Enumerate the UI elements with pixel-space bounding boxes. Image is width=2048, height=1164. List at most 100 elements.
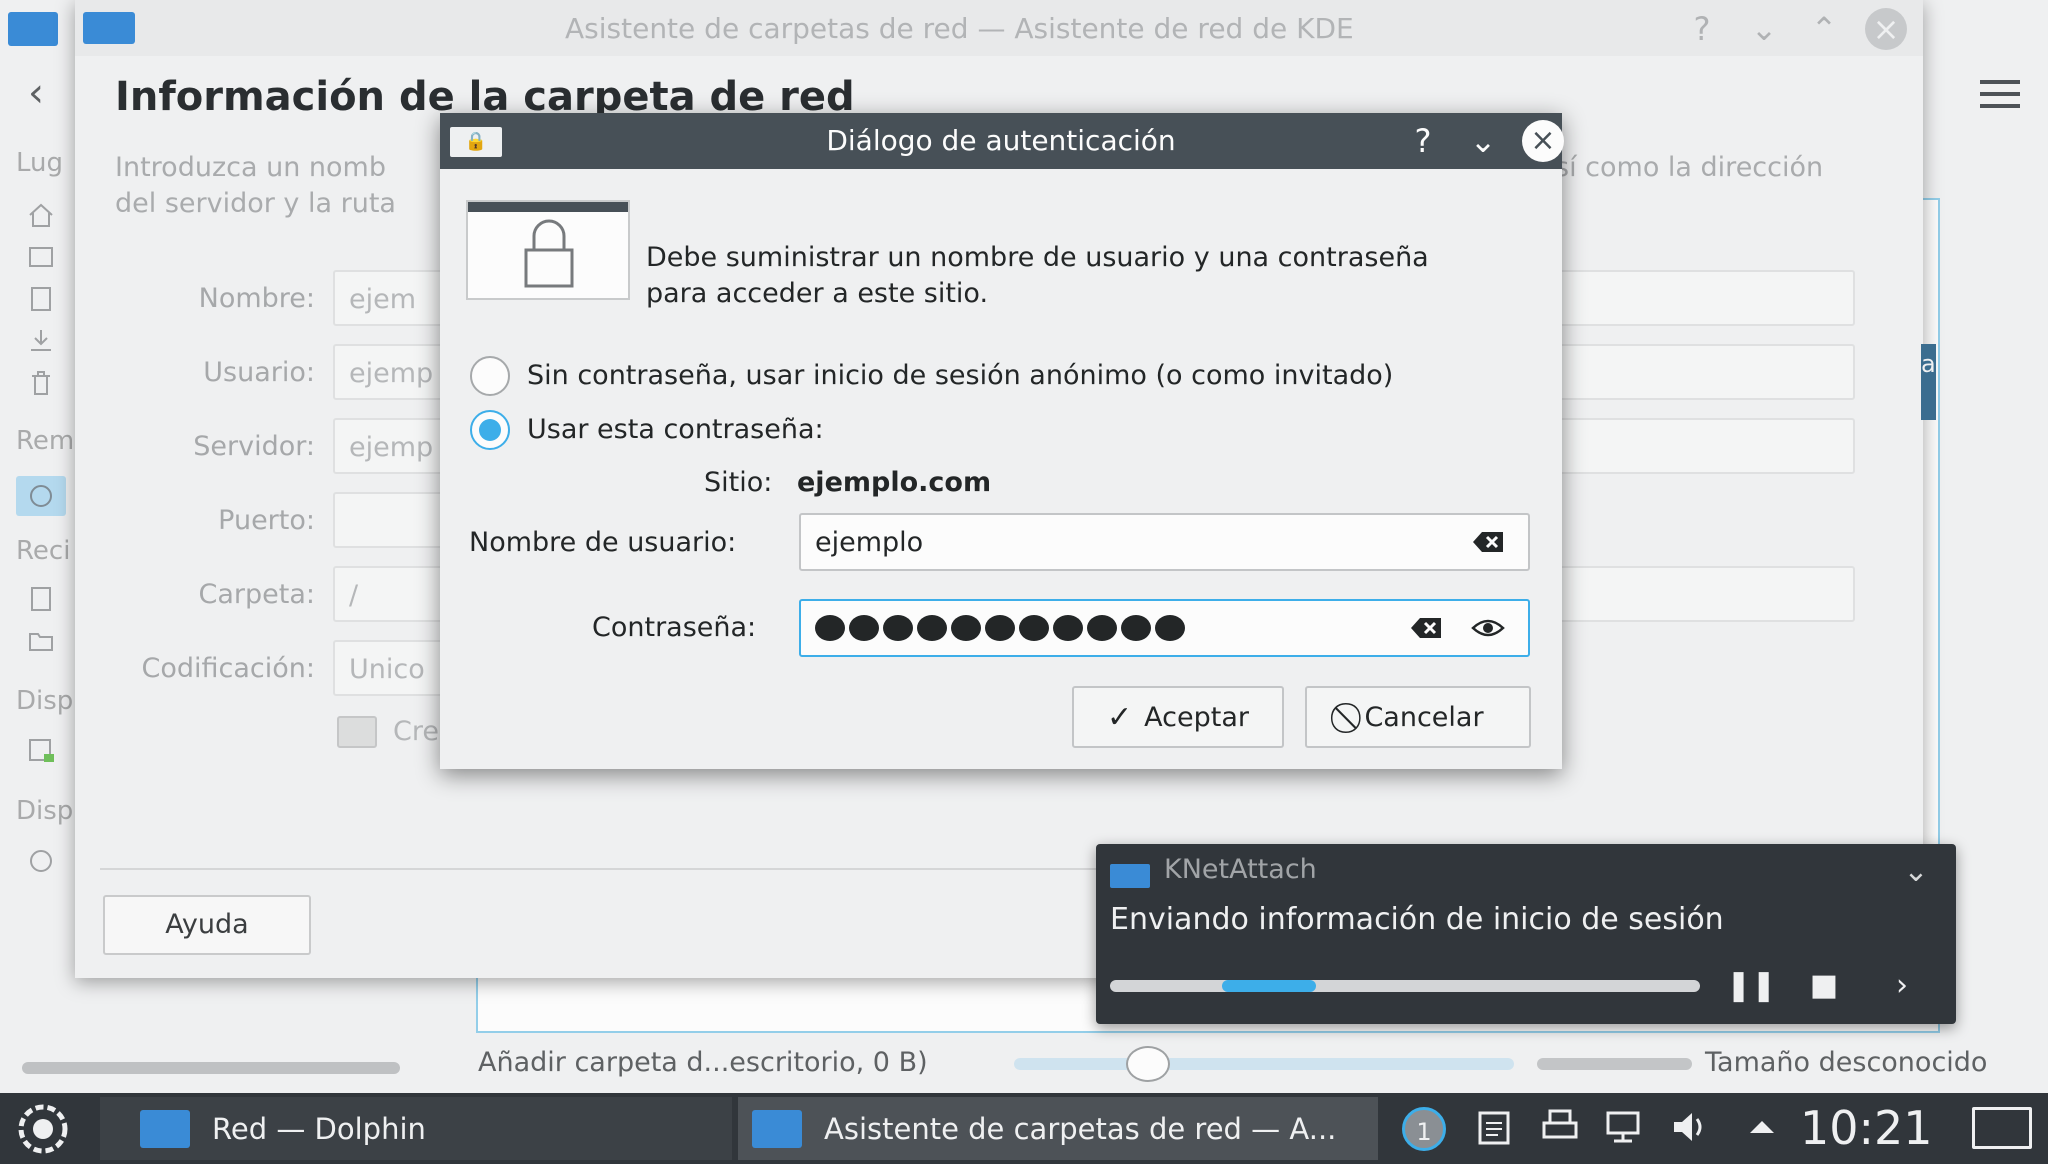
pause-icon[interactable]: ❚❚ bbox=[1726, 964, 1776, 1008]
intro-text-2: del servidor y la ruta bbox=[115, 188, 396, 219]
space-info: Tamaño desconocido bbox=[1705, 1047, 1988, 1078]
password-dot bbox=[1019, 615, 1049, 641]
wizard-titlebar[interactable]: Asistente de carpetas de red — Asistente… bbox=[75, 0, 1923, 56]
recent-locations-icon[interactable] bbox=[26, 626, 56, 656]
anonymous-radio-label[interactable]: Sin contraseña, usar inicio de sesión an… bbox=[527, 360, 1393, 391]
field-label: Carpeta: bbox=[198, 579, 315, 610]
auth-titlebar[interactable]: 🔒 Diálogo de autenticación ? ⌄ × bbox=[440, 113, 1564, 169]
right-fragment: a bbox=[1921, 350, 1936, 378]
help-icon[interactable]: ? bbox=[1681, 8, 1723, 50]
taskbar: Red — Dolphin Asistente de carpetas de r… bbox=[0, 1093, 2048, 1164]
cancel-button[interactable]: ⃠ Cancelar bbox=[1305, 686, 1531, 748]
password-dot bbox=[917, 615, 947, 641]
task-label: Red — Dolphin bbox=[212, 1111, 426, 1146]
minimize-icon[interactable]: ⌄ bbox=[1462, 120, 1504, 162]
password-dot bbox=[951, 615, 981, 641]
help-icon[interactable]: ? bbox=[1402, 120, 1444, 162]
documents-icon[interactable] bbox=[26, 284, 56, 314]
password-dot bbox=[985, 615, 1015, 641]
notifications-badge[interactable]: 1 bbox=[1402, 1107, 1446, 1151]
remote-device-icon[interactable] bbox=[26, 846, 56, 876]
chevron-right-icon[interactable]: › bbox=[1880, 964, 1924, 1008]
show-password-icon[interactable] bbox=[1471, 614, 1505, 642]
ok-button-label: Aceptar bbox=[1144, 701, 1249, 733]
close-icon[interactable]: × bbox=[1522, 120, 1564, 162]
desktop-icon[interactable] bbox=[26, 242, 56, 272]
close-icon[interactable]: × bbox=[1865, 8, 1907, 50]
home-icon[interactable] bbox=[26, 200, 56, 230]
hamburger-menu-icon[interactable] bbox=[1980, 80, 2020, 108]
password-label: Contraseña: bbox=[592, 612, 757, 643]
username-label: Nombre de usuario: bbox=[469, 527, 737, 558]
password-dots bbox=[815, 615, 1185, 641]
password-input[interactable] bbox=[799, 599, 1530, 657]
device-icon[interactable] bbox=[26, 736, 56, 766]
name-field-right[interactable] bbox=[1555, 270, 1855, 326]
clear-icon[interactable] bbox=[1409, 614, 1443, 642]
clear-icon[interactable] bbox=[1471, 528, 1505, 556]
password-dot bbox=[849, 615, 879, 641]
back-icon[interactable]: ‹ bbox=[28, 70, 44, 116]
network-tray-icon[interactable] bbox=[1604, 1107, 1644, 1147]
printer-icon[interactable] bbox=[1540, 1107, 1580, 1147]
server-field-right[interactable] bbox=[1555, 418, 1855, 474]
places-panel: Lug Rem Reci Disp Disp bbox=[0, 140, 80, 920]
chevron-down-icon[interactable]: ⌄ bbox=[1896, 854, 1936, 894]
recent-files-icon[interactable] bbox=[26, 584, 56, 614]
places-section-label: Disp bbox=[16, 686, 74, 716]
field-label: Nombre: bbox=[198, 283, 315, 314]
zoom-slider-handle[interactable] bbox=[1126, 1046, 1170, 1082]
space-bar bbox=[1537, 1058, 1692, 1070]
wizard-icon bbox=[752, 1109, 802, 1148]
field-label: Usuario: bbox=[203, 357, 315, 388]
task-network-wizard[interactable]: Asistente de carpetas de red — A... bbox=[738, 1097, 1378, 1160]
dolphin-icon bbox=[140, 1109, 190, 1148]
authentication-dialog: 🔒 Diálogo de autenticación ? ⌄ × Debe su… bbox=[440, 113, 1564, 769]
use-password-radio-label[interactable]: Usar esta contraseña: bbox=[527, 414, 824, 445]
maximize-icon[interactable]: ⌃ bbox=[1803, 8, 1845, 50]
trash-icon[interactable] bbox=[26, 368, 56, 398]
places-section-label: Rem bbox=[16, 426, 75, 456]
ok-button[interactable]: ✓ Aceptar bbox=[1072, 686, 1284, 748]
create-icon-checkbox[interactable] bbox=[337, 716, 377, 748]
wizard-app-icon bbox=[83, 12, 135, 44]
password-dot bbox=[1121, 615, 1151, 641]
cancel-button-label: Cancelar bbox=[1364, 701, 1484, 733]
intro-text-right: sí como la dirección bbox=[1555, 152, 1824, 183]
places-scrollbar[interactable] bbox=[22, 1062, 400, 1074]
zoom-slider[interactable] bbox=[1014, 1058, 1514, 1070]
minimize-icon[interactable]: ⌄ bbox=[1743, 8, 1785, 50]
volume-icon[interactable] bbox=[1670, 1107, 1710, 1147]
notification-body: Enviando información de inicio de sesión bbox=[1110, 902, 1724, 937]
clock[interactable]: 10:21 bbox=[1800, 1101, 1933, 1155]
use-password-radio[interactable] bbox=[470, 410, 510, 450]
stop-icon[interactable]: ■ bbox=[1802, 964, 1846, 1008]
password-dot bbox=[883, 615, 913, 641]
user-field-right[interactable] bbox=[1555, 344, 1855, 400]
status-text: Añadir carpeta d...escritorio, 0 B) bbox=[478, 1047, 928, 1078]
task-dolphin[interactable]: Red — Dolphin bbox=[100, 1097, 732, 1160]
site-value: ejemplo.com bbox=[797, 467, 992, 498]
downloads-icon[interactable] bbox=[26, 326, 56, 356]
notification-progress bbox=[1110, 980, 1700, 992]
auth-title: Diálogo de autenticación bbox=[826, 124, 1176, 157]
password-dot bbox=[1087, 615, 1117, 641]
app-launcher-icon[interactable] bbox=[12, 1101, 74, 1157]
username-input[interactable]: ejemplo bbox=[799, 513, 1530, 571]
wizard-title: Asistente de carpetas de red — Asistente… bbox=[565, 12, 1354, 45]
password-lock-icon bbox=[466, 200, 630, 300]
clipboard-icon[interactable] bbox=[1474, 1107, 1514, 1147]
site-label: Sitio: bbox=[704, 467, 773, 498]
folder-field-right[interactable] bbox=[1555, 566, 1855, 622]
intro-text: Introduzca un nomb bbox=[115, 152, 386, 183]
anonymous-radio[interactable] bbox=[470, 356, 510, 396]
notification-progress-fill bbox=[1222, 980, 1316, 992]
show-desktop-icon[interactable] bbox=[1972, 1107, 2032, 1149]
network-icon[interactable] bbox=[16, 476, 66, 516]
tray-expand-icon[interactable] bbox=[1742, 1107, 1782, 1147]
check-icon: ✓ bbox=[1107, 699, 1133, 735]
password-dot bbox=[1155, 615, 1185, 641]
field-label: Codificación: bbox=[141, 653, 315, 684]
knetattach-icon bbox=[1110, 864, 1150, 888]
help-button[interactable]: Ayuda bbox=[103, 895, 311, 955]
